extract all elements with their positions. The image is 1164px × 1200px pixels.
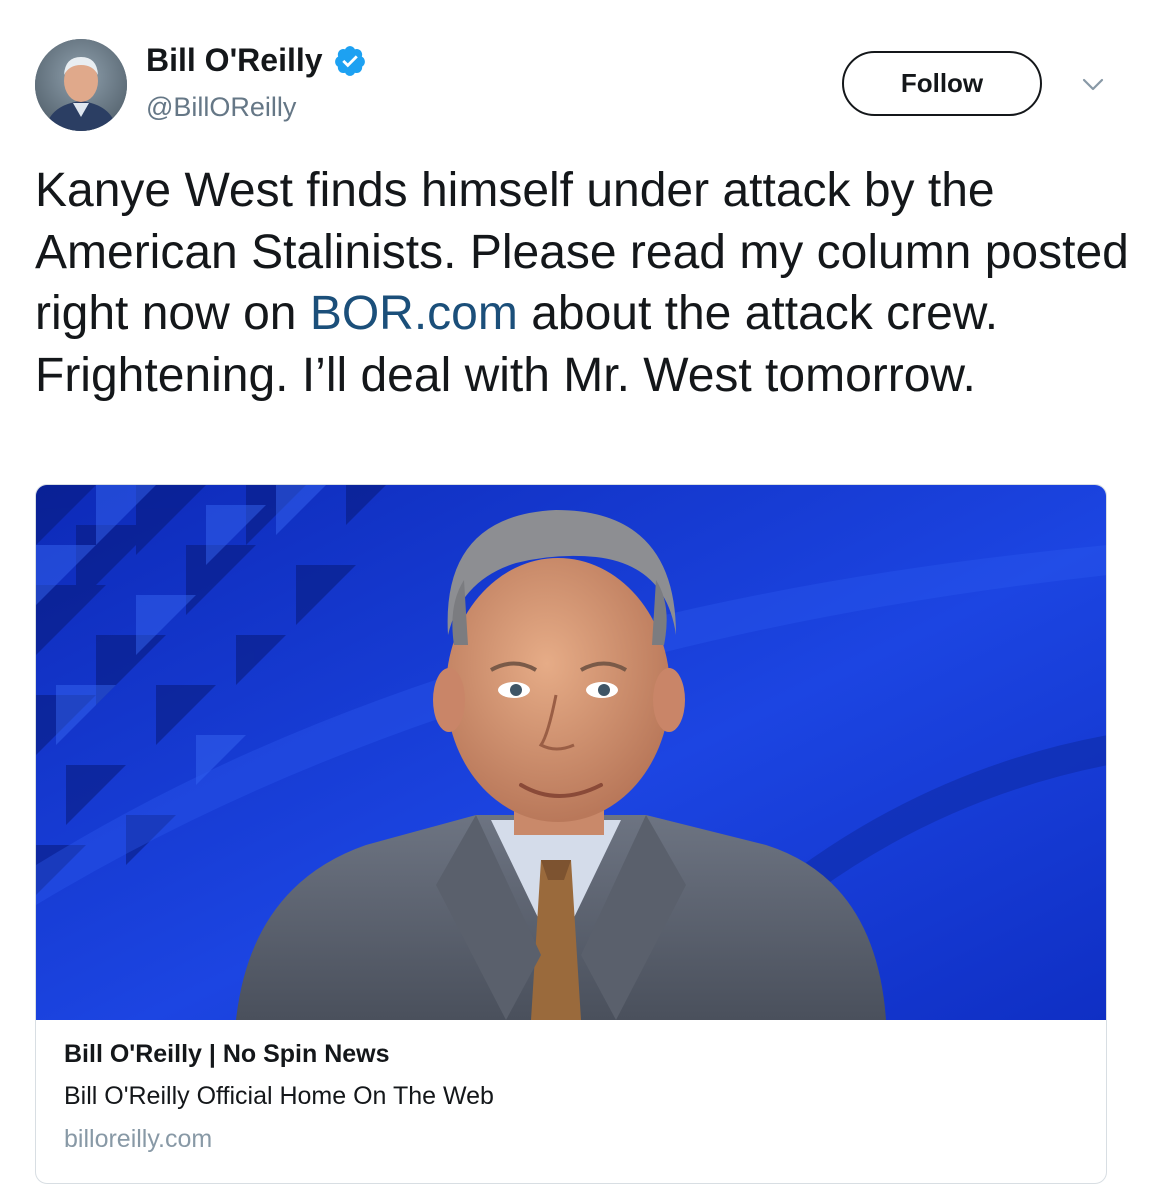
card-body[interactable]: Bill O'Reilly | No Spin News Bill O'Reil… — [64, 1040, 1086, 1154]
chevron-down-icon[interactable] — [1078, 74, 1108, 96]
tweet-link[interactable]: BOR.com — [310, 287, 518, 340]
card-image[interactable] — [36, 485, 1106, 1020]
avatar[interactable] — [35, 39, 127, 131]
author-name-row[interactable]: Bill O'Reilly — [146, 42, 367, 79]
card-domain: billoreilly.com — [64, 1125, 213, 1153]
link-preview-card[interactable]: Bill O'Reilly | No Spin News Bill O'Reil… — [35, 484, 1107, 1184]
author-display-name[interactable]: Bill O'Reilly — [146, 42, 323, 79]
follow-button[interactable]: Follow — [842, 51, 1042, 116]
author-handle[interactable]: @BillOReilly — [146, 92, 296, 123]
card-title[interactable]: Bill O'Reilly | No Spin News — [64, 1040, 1086, 1069]
card-description: Bill O'Reilly Official Home On The Web — [64, 1082, 494, 1110]
tweet-text: Kanye West finds himself under attack by… — [35, 160, 1135, 406]
verified-badge-icon — [333, 44, 367, 78]
